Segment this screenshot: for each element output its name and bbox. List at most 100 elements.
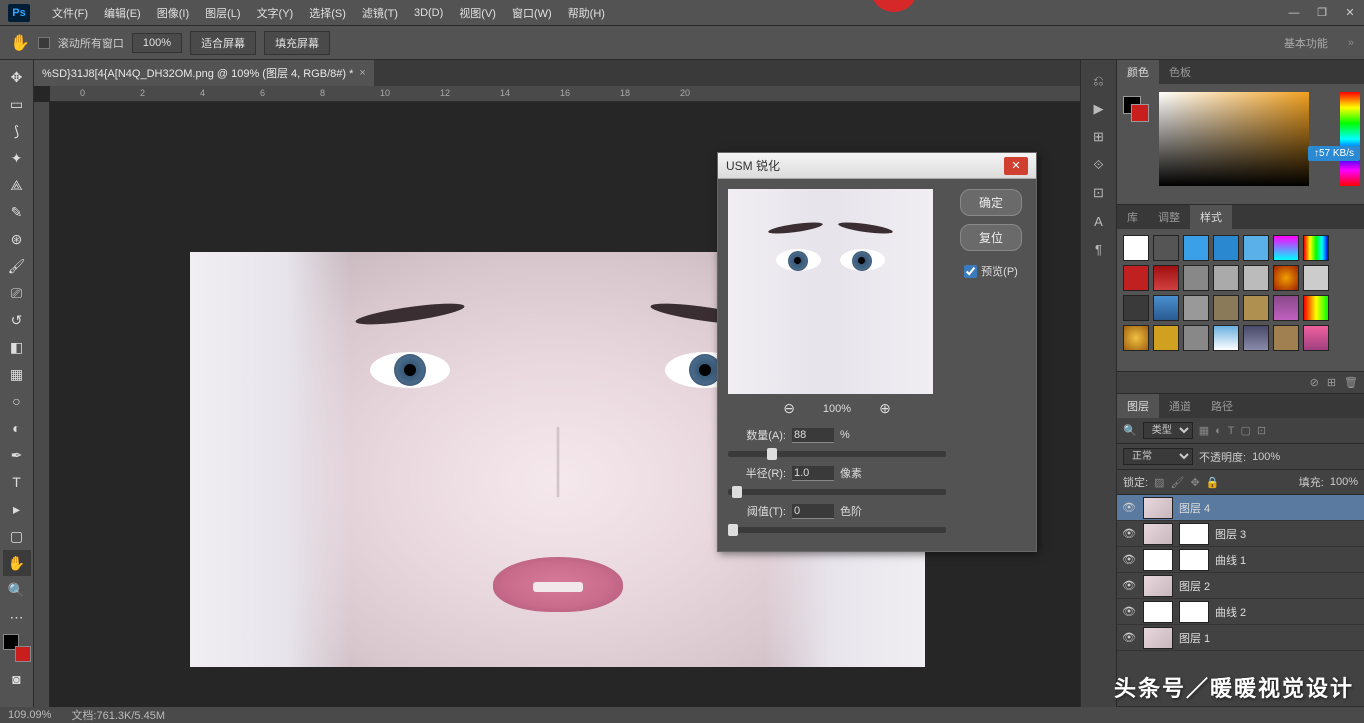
threshold-input[interactable] <box>792 504 834 519</box>
brush-tool[interactable]: 🖌 <box>3 253 31 279</box>
amount-input[interactable] <box>792 428 834 443</box>
move-tool[interactable]: ✥ <box>3 64 31 90</box>
visibility-toggle-icon[interactable]: 👁 <box>1121 501 1137 514</box>
menu-3d[interactable]: 3D(D) <box>406 7 451 19</box>
menu-image[interactable]: 图像(I) <box>149 5 197 21</box>
filter-preview[interactable] <box>728 189 933 394</box>
style-swatch[interactable] <box>1183 325 1209 351</box>
style-swatch[interactable] <box>1153 325 1179 351</box>
eraser-tool[interactable]: ◧ <box>3 334 31 360</box>
filter-smart-icon[interactable]: ⊡ <box>1257 424 1266 437</box>
history-brush-tool[interactable]: ↺ <box>3 307 31 333</box>
preview-checkbox-input[interactable] <box>964 265 977 278</box>
visibility-toggle-icon[interactable]: 👁 <box>1121 553 1137 566</box>
layer-row[interactable]: 👁图层 2 <box>1117 573 1364 599</box>
menu-type[interactable]: 文字(Y) <box>249 5 302 21</box>
blend-mode-select[interactable]: 正常 <box>1123 448 1193 465</box>
style-swatch[interactable] <box>1153 265 1179 291</box>
style-swatch[interactable] <box>1153 295 1179 321</box>
layer-row[interactable]: 👁图层 1 <box>1117 625 1364 651</box>
layer-row[interactable]: 👁图层 3 <box>1117 521 1364 547</box>
menu-layer[interactable]: 图层(L) <box>197 5 248 21</box>
lock-trans-icon[interactable]: ▨ <box>1154 476 1164 489</box>
preview-checkbox[interactable]: 预览(P) <box>964 263 1018 279</box>
path-select-tool[interactable]: ▸ <box>3 496 31 522</box>
tab-close-icon[interactable]: × <box>359 67 365 79</box>
style-swatch[interactable] <box>1273 295 1299 321</box>
style-swatch[interactable] <box>1273 325 1299 351</box>
reset-button[interactable]: 复位 <box>960 224 1022 251</box>
layer-row[interactable]: 👁图层 4 <box>1117 495 1364 521</box>
scroll-all-checkbox[interactable] <box>38 37 50 49</box>
style-swatch[interactable] <box>1273 235 1299 261</box>
marquee-tool[interactable]: ▭ <box>3 91 31 117</box>
menu-filter[interactable]: 滤镜(T) <box>354 5 406 21</box>
type-tool[interactable]: T <box>3 469 31 495</box>
hand-tool[interactable]: ✋ <box>3 550 31 576</box>
visibility-toggle-icon[interactable]: 👁 <box>1121 527 1137 540</box>
actions-panel-icon[interactable]: ▶ <box>1085 96 1113 122</box>
eyedropper-tool[interactable]: ✎ <box>3 199 31 225</box>
dialog-titlebar[interactable]: USM 锐化 ✕ <box>718 153 1036 179</box>
ok-button[interactable]: 确定 <box>960 189 1022 216</box>
style-swatch[interactable] <box>1243 295 1269 321</box>
style-swatch[interactable] <box>1213 325 1239 351</box>
opacity-value[interactable]: 100% <box>1252 451 1280 463</box>
style-swatch[interactable] <box>1213 295 1239 321</box>
layer-thumbnail[interactable] <box>1143 575 1173 597</box>
style-swatch[interactable] <box>1123 325 1149 351</box>
lock-position-icon[interactable]: ✥ <box>1190 476 1199 489</box>
menu-select[interactable]: 选择(S) <box>301 5 354 21</box>
brush-settings-icon[interactable]: ⊡ <box>1085 180 1113 206</box>
zoom-in-icon[interactable]: ⊕ <box>879 400 891 417</box>
radius-slider[interactable] <box>728 489 946 495</box>
brushes-panel-icon[interactable]: ⟐ <box>1085 152 1113 178</box>
layer-thumbnail[interactable] <box>1143 627 1173 649</box>
fit-screen-button[interactable]: 适合屏幕 <box>190 31 256 55</box>
menu-window[interactable]: 窗口(W) <box>504 5 560 21</box>
crop-tool[interactable]: ⟁ <box>3 172 31 198</box>
clear-style-icon[interactable]: ⊘ <box>1310 376 1319 389</box>
pen-tool[interactable]: ✒ <box>3 442 31 468</box>
style-swatch[interactable] <box>1243 265 1269 291</box>
style-swatch[interactable] <box>1153 235 1179 261</box>
stamp-tool[interactable]: ⎚ <box>3 280 31 306</box>
style-swatch[interactable] <box>1183 235 1209 261</box>
zoom-tool[interactable]: 🔍 <box>3 577 31 603</box>
menu-help[interactable]: 帮助(H) <box>560 5 613 21</box>
layer-thumbnail[interactable] <box>1143 497 1173 519</box>
layer-mask-thumbnail[interactable] <box>1179 549 1209 571</box>
style-swatch[interactable] <box>1303 265 1329 291</box>
style-swatch[interactable] <box>1243 325 1269 351</box>
menu-view[interactable]: 视图(V) <box>451 5 504 21</box>
visibility-toggle-icon[interactable]: 👁 <box>1121 605 1137 618</box>
style-swatch[interactable] <box>1123 265 1149 291</box>
style-swatch[interactable] <box>1303 295 1329 321</box>
window-minimize[interactable]: — <box>1280 3 1308 23</box>
filter-pixel-icon[interactable]: ▦ <box>1199 424 1209 437</box>
filter-shape-icon[interactable]: ▢ <box>1241 424 1251 437</box>
style-swatch[interactable] <box>1303 235 1329 261</box>
layer-thumbnail[interactable] <box>1143 549 1173 571</box>
fill-value[interactable]: 100% <box>1330 476 1358 488</box>
tab-swatches[interactable]: 色板 <box>1159 60 1201 84</box>
tab-paths[interactable]: 路径 <box>1201 394 1243 418</box>
foreground-background-colors[interactable] <box>3 634 31 662</box>
hue-slider[interactable] <box>1340 92 1360 186</box>
layer-row[interactable]: 👁曲线 2 <box>1117 599 1364 625</box>
workspace-switcher[interactable]: 基本功能 <box>1272 32 1340 54</box>
visibility-toggle-icon[interactable]: 👁 <box>1121 579 1137 592</box>
status-doc-size[interactable]: 文档:761.3K/5.45M <box>71 707 165 723</box>
layer-thumbnail[interactable] <box>1143 523 1173 545</box>
menu-file[interactable]: 文件(F) <box>44 5 96 21</box>
lasso-tool[interactable]: ⟆ <box>3 118 31 144</box>
filter-type-icon[interactable]: T <box>1228 425 1235 437</box>
window-maximize[interactable]: ❐ <box>1308 3 1336 23</box>
radius-input[interactable] <box>792 466 834 481</box>
healing-tool[interactable]: ⊛ <box>3 226 31 252</box>
status-zoom[interactable]: 109.09% <box>8 709 51 721</box>
panel-fg-bg[interactable] <box>1123 96 1149 122</box>
visibility-toggle-icon[interactable]: 👁 <box>1121 631 1137 644</box>
shape-tool[interactable]: ▢ <box>3 523 31 549</box>
window-close[interactable]: ✕ <box>1336 3 1364 23</box>
